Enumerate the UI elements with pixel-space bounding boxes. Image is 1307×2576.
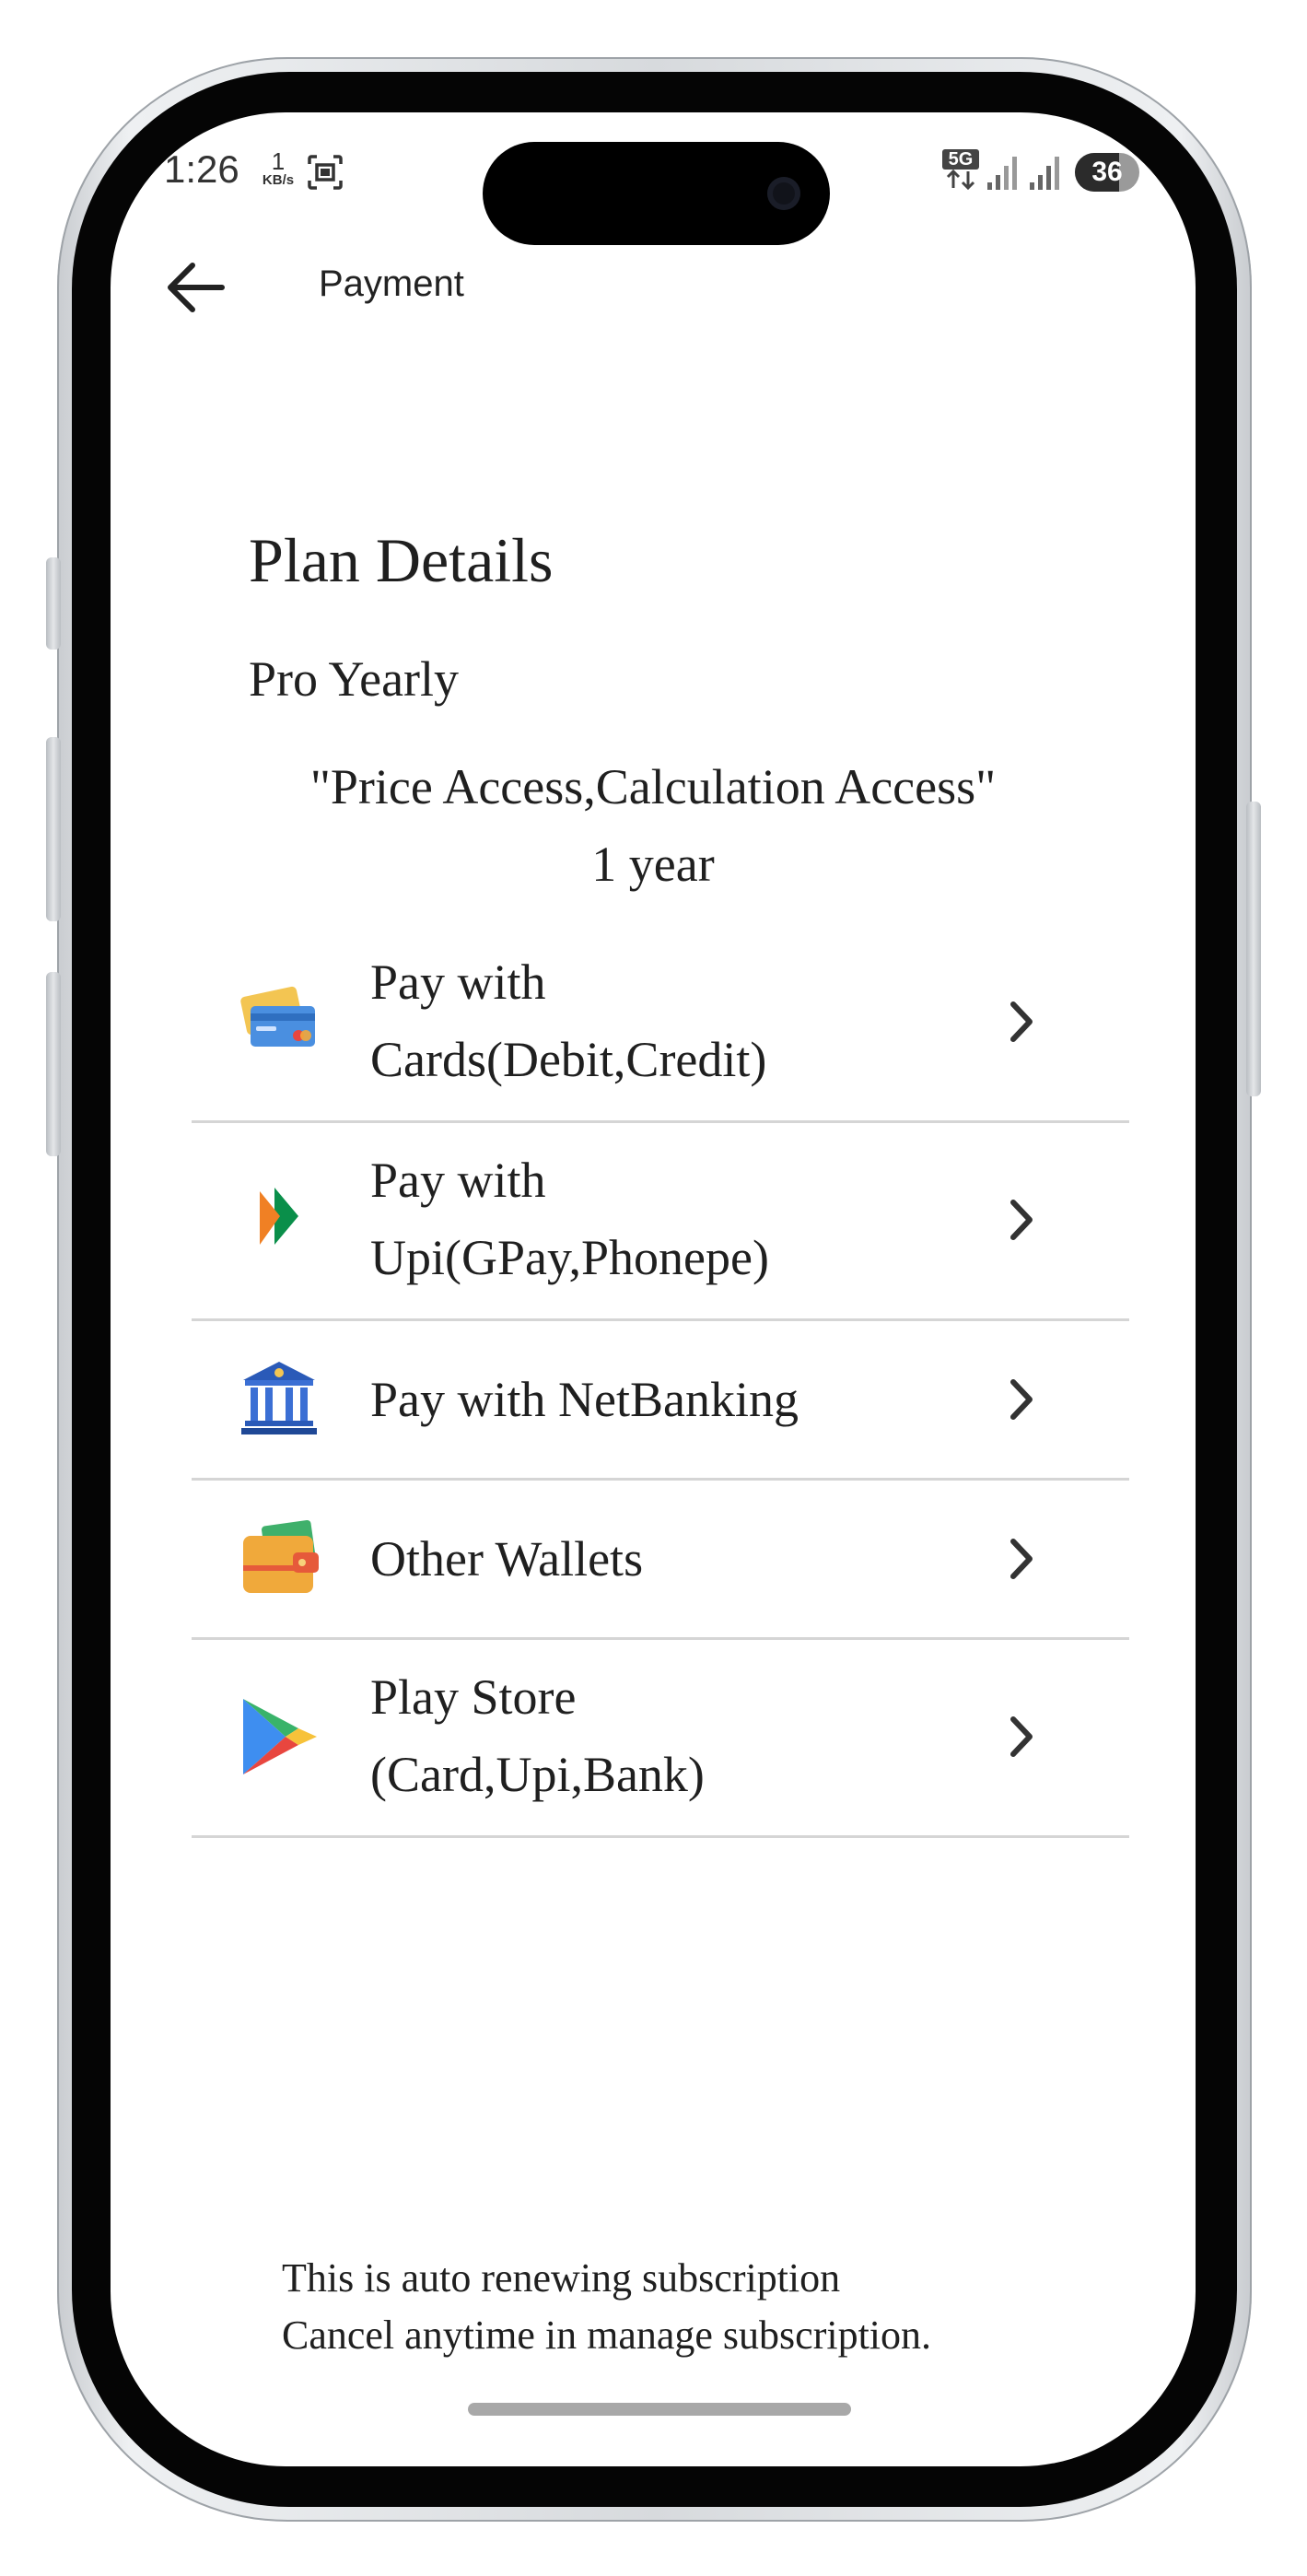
plan-duration: 1 year <box>591 837 715 892</box>
arrow-left-icon <box>168 263 225 312</box>
signal-strength-icon <box>987 157 1017 190</box>
option-label-line1: Pay with <box>370 1153 546 1208</box>
credit-card-icon <box>240 986 315 1047</box>
network-type-label: 5G <box>942 149 979 170</box>
action-button <box>46 557 61 650</box>
page-title: Payment <box>319 263 464 304</box>
battery-indicator: 36 <box>1075 153 1139 192</box>
subscription-note: This is auto renewing subscription Cance… <box>282 2250 931 2364</box>
upi-icon <box>260 1188 298 1245</box>
option-label-line1: Pay with <box>370 954 546 1010</box>
plan-name: Pro Yearly <box>249 651 460 707</box>
subscription-note-line2: Cancel anytime in manage subscription. <box>282 2313 932 2358</box>
chevron-right-icon <box>1010 1716 1033 1757</box>
option-label-line2: Cards(Debit,Credit) <box>370 1032 767 1087</box>
network-speed-value: 1 <box>271 147 286 175</box>
battery-level: 36 <box>1091 157 1123 187</box>
volume-up-button <box>46 737 61 921</box>
chevron-right-icon <box>1010 1001 1033 1042</box>
network-speed-unit: KB/s <box>262 172 295 188</box>
option-label-line2: Upi(GPay,Phonepe) <box>370 1230 769 1285</box>
power-button <box>1246 802 1261 1096</box>
wallet-icon <box>243 1519 319 1593</box>
option-label-line1: Play Store <box>370 1669 577 1725</box>
play-store-option[interactable]: Play Store (Card,Upi,Bank) <box>192 1640 1129 1838</box>
plan-features: "Price Access,Calculation Access" <box>309 759 997 814</box>
home-indicator[interactable] <box>468 2403 851 2416</box>
option-label: Pay with NetBanking <box>370 1372 799 1427</box>
option-label-line2: (Card,Upi,Bank) <box>370 1747 705 1802</box>
volume-down-button <box>46 972 61 1156</box>
network-type-icon: 5G <box>942 149 979 192</box>
screen-capture-icon <box>308 155 343 190</box>
other-wallets-option[interactable]: Other Wallets <box>192 1481 1129 1640</box>
payment-options-list: Pay with Cards(Debit,Credit) Pay with Up… <box>192 925 1129 1838</box>
status-time: 1:26 <box>164 147 239 191</box>
chevron-right-icon <box>1010 1379 1033 1420</box>
option-label: Other Wallets <box>370 1531 644 1587</box>
chevron-right-icon <box>1010 1539 1033 1579</box>
front-camera <box>767 177 800 210</box>
back-button[interactable] <box>158 251 232 324</box>
signal-strength-icon <box>1030 157 1059 190</box>
bank-icon <box>241 1362 317 1434</box>
play-store-icon <box>243 1699 317 1774</box>
network-speed: 1 KB/s <box>258 149 298 187</box>
subscription-note-line1: This is auto renewing subscription <box>282 2255 841 2301</box>
pay-with-cards-option[interactable]: Pay with Cards(Debit,Credit) <box>192 925 1129 1123</box>
app-screen: 1:26 1 KB/s 5G 36 Payment Plan Details P… <box>111 112 1196 2466</box>
plan-details-heading: Plan Details <box>249 525 554 595</box>
pay-with-netbanking-option[interactable]: Pay with NetBanking <box>192 1321 1129 1481</box>
chevron-right-icon <box>1010 1200 1033 1240</box>
pay-with-upi-option[interactable]: Pay with Upi(GPay,Phonepe) <box>192 1123 1129 1321</box>
dynamic-island <box>483 142 830 245</box>
